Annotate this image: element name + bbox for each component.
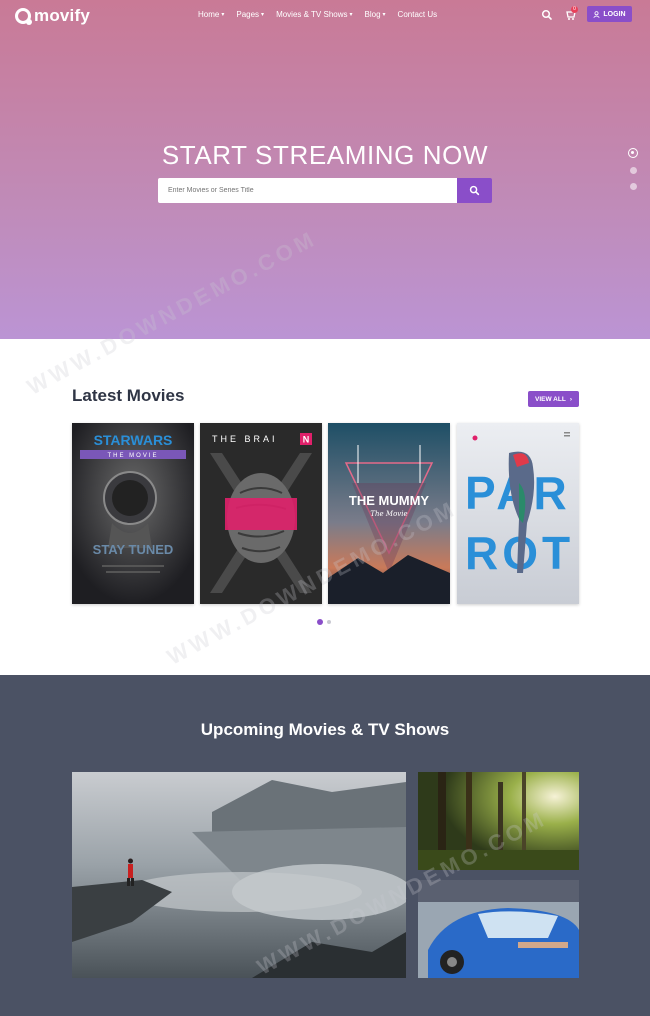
logo-text: movify xyxy=(34,6,90,25)
upcoming-item-car[interactable] xyxy=(418,880,579,978)
view-all-button[interactable]: VIEW ALL › xyxy=(528,391,579,407)
upcoming-heading: Upcoming Movies & TV Shows xyxy=(200,720,450,739)
search-icon[interactable] xyxy=(541,9,553,21)
chevron-right-icon: › xyxy=(569,395,572,403)
chevron-down-icon: ▾ xyxy=(221,12,225,18)
poster-title: STARWARS xyxy=(94,432,173,448)
search-submit-button[interactable] xyxy=(457,178,492,203)
latest-movies-heading: Latest Movies xyxy=(72,386,185,405)
menu-item-blog[interactable]: Blog ▾ xyxy=(365,10,386,19)
menu-item-contact[interactable]: Contact Us xyxy=(398,10,438,19)
search-icon xyxy=(469,185,480,196)
poster-title: THE MUMMY xyxy=(349,493,429,508)
menu-item-home[interactable]: Home ▾ xyxy=(198,10,224,19)
slider-dot[interactable] xyxy=(628,148,638,158)
logo-icon xyxy=(15,8,32,25)
carousel-dot[interactable] xyxy=(317,619,323,625)
menu-item-movies-tv[interactable]: Movies & TV Shows ▾ xyxy=(276,10,352,19)
login-button[interactable]: LOGIN xyxy=(587,6,632,22)
poster-title-accent: N xyxy=(303,435,310,445)
poster-subtitle: THE MOVIE xyxy=(107,453,158,459)
carousel-dot[interactable] xyxy=(327,620,331,624)
slider-dot[interactable] xyxy=(629,183,637,190)
top-navigation: movify Home ▾ Pages ▾ Movies & TV Shows ▾ B… xyxy=(0,0,650,30)
movie-search-input[interactable] xyxy=(158,178,457,203)
poster-subtitle: The Movie xyxy=(370,510,407,518)
poster-tagline: STAY TUNED xyxy=(93,542,174,557)
poster-title: THE BRAI xyxy=(212,434,278,444)
movie-poster-the-brain[interactable]: THE BRAI N xyxy=(200,423,322,604)
slider-dot[interactable] xyxy=(629,167,637,174)
movie-poster-starwars[interactable]: STARWARS THE MOVIE STAY TUNED xyxy=(72,423,194,604)
chevron-down-icon: ▾ xyxy=(382,12,386,18)
logo[interactable]: movify xyxy=(15,6,90,26)
main-menu: Home ▾ Pages ▾ Movies & TV Shows ▾ Blog ▾ Co… xyxy=(198,10,437,19)
chevron-down-icon: ▾ xyxy=(261,12,265,18)
upcoming-item-forest[interactable] xyxy=(418,772,579,870)
menu-item-pages[interactable]: Pages ▾ xyxy=(236,10,264,19)
movie-poster-parrot[interactable]: PAR ROT xyxy=(457,423,579,604)
movie-poster-the-mummy[interactable]: THE MUMMY The Movie xyxy=(328,423,450,604)
hero-title: START STREAMING NOW xyxy=(161,140,489,170)
cart-count-badge: 0 xyxy=(571,6,578,13)
latest-carousel-dots xyxy=(317,619,331,625)
user-icon xyxy=(593,10,601,18)
upcoming-item-mountain-lake[interactable] xyxy=(72,772,406,978)
hero-slider-dots xyxy=(628,148,638,190)
chevron-down-icon: ▾ xyxy=(349,12,353,18)
